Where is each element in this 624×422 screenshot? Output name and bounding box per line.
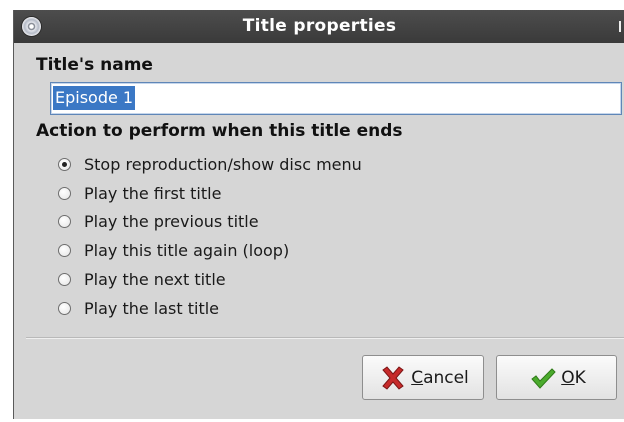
- window-title: Title properties: [242, 16, 397, 36]
- title-bar[interactable]: Title properties: [14, 10, 624, 43]
- radio-option-stop[interactable]: Stop reproduction/show disc menu: [58, 152, 362, 176]
- ok-label-rest: K: [574, 367, 586, 388]
- radio-button[interactable]: [58, 301, 71, 315]
- radio-label: Stop reproduction/show disc menu: [84, 154, 362, 174]
- cancel-x-icon: [382, 365, 404, 390]
- ok-button-label: OK: [561, 368, 586, 388]
- radio-option-play-next[interactable]: Play the next title: [58, 267, 226, 291]
- cancel-button[interactable]: Cancel: [362, 355, 484, 400]
- radio-option-play-last[interactable]: Play the last title: [58, 296, 219, 320]
- ok-button[interactable]: OK: [496, 355, 617, 400]
- radio-label: Play the next title: [84, 269, 226, 289]
- cancel-mnemonic: C: [411, 367, 424, 388]
- radio-label: Play the previous title: [84, 211, 259, 231]
- radio-button[interactable]: [58, 243, 71, 257]
- radio-label: Play this title again (loop): [84, 240, 290, 260]
- radio-option-play-first[interactable]: Play the first title: [58, 181, 221, 205]
- radio-button[interactable]: [58, 214, 71, 228]
- cancel-button-label: Cancel: [411, 368, 469, 388]
- title-name-input[interactable]: [50, 82, 622, 115]
- button-separator: [26, 337, 624, 339]
- radio-button-checked[interactable]: [58, 157, 71, 171]
- titlebar-edge: [619, 21, 621, 32]
- end-action-label: Action to perform when this title ends: [36, 121, 403, 141]
- ok-mnemonic: O: [561, 367, 575, 388]
- radio-button[interactable]: [58, 186, 71, 200]
- cancel-label-rest: ancel: [423, 367, 469, 388]
- radio-label: Play the last title: [84, 298, 220, 318]
- radio-option-play-previous[interactable]: Play the previous title: [58, 209, 259, 233]
- titles-name-label: Title's name: [36, 55, 153, 75]
- radio-option-loop[interactable]: Play this title again (loop): [58, 238, 289, 262]
- title-properties-dialog: Title properties Title's name Episode 1 …: [13, 10, 624, 419]
- radio-button[interactable]: [58, 272, 71, 286]
- radio-label: Play the first title: [84, 183, 222, 203]
- checkmark-icon: [531, 367, 556, 389]
